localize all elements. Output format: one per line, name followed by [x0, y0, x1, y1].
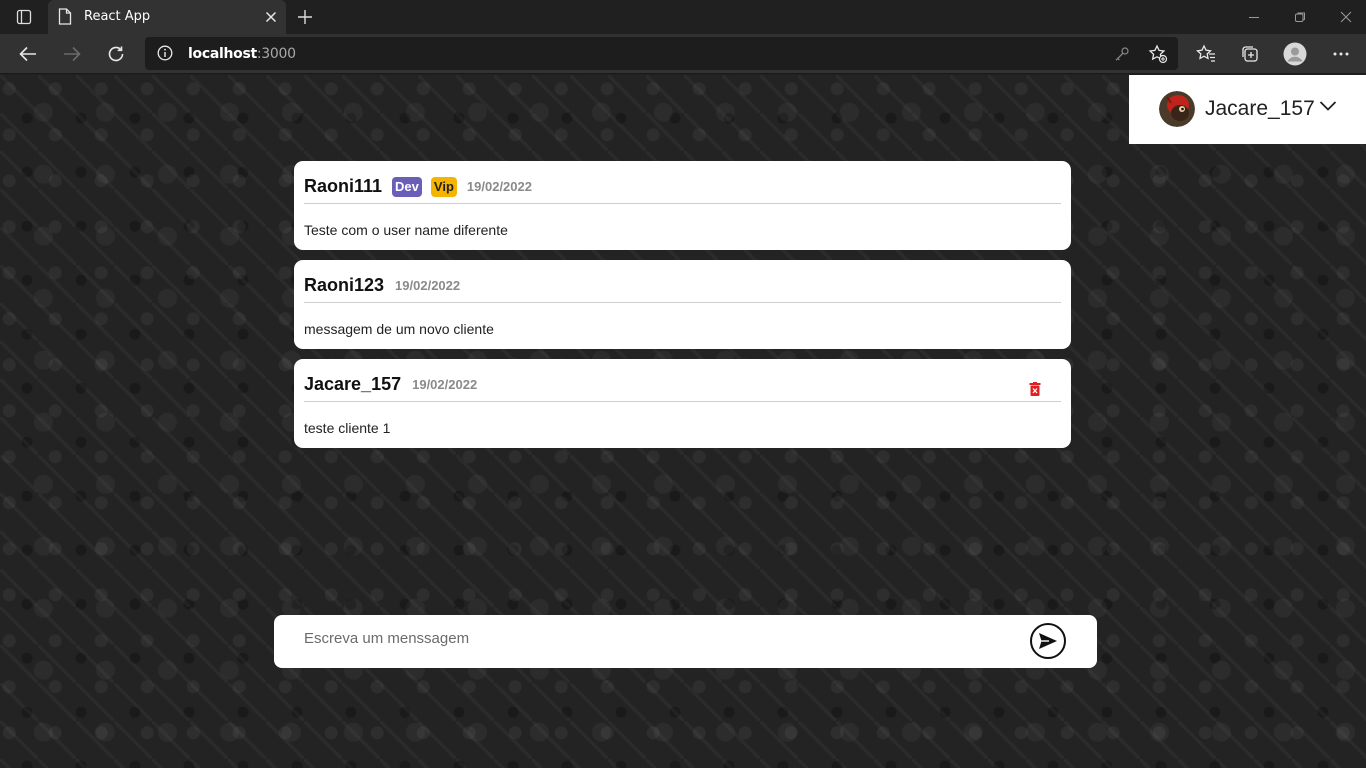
profile-icon[interactable]	[1281, 40, 1309, 68]
message-header: Raoni123 19/02/2022	[304, 269, 1061, 303]
url-port: :3000	[256, 46, 296, 62]
url-text: localhost:3000	[188, 46, 296, 62]
browser-tab[interactable]: React App	[48, 0, 286, 34]
send-button[interactable]	[1030, 623, 1066, 659]
message-header: Raoni111 Dev Vip 19/02/2022	[304, 170, 1061, 204]
tab-title: React App	[84, 9, 151, 24]
message-input[interactable]	[304, 630, 1004, 647]
url-host: localhost	[188, 46, 257, 62]
message-text: Teste com o user name diferente	[304, 222, 508, 238]
favorites-icon[interactable]	[1192, 40, 1220, 68]
message-text: messagem de um novo cliente	[304, 321, 494, 337]
minimize-icon[interactable]	[1241, 6, 1267, 28]
message-author: Jacare_157	[304, 374, 402, 394]
tab-actions-icon[interactable]	[10, 6, 38, 28]
delete-message-icon[interactable]	[1029, 382, 1043, 400]
collections-icon[interactable]	[1236, 40, 1264, 68]
new-tab-icon[interactable]	[294, 6, 316, 28]
message-card: Raoni123 19/02/2022 messagem de um novo …	[294, 260, 1071, 349]
page-icon	[58, 8, 72, 30]
username-label: Jacare_157	[1205, 97, 1315, 120]
message-header: Jacare_157 19/02/2022	[304, 368, 1061, 402]
vip-badge: Vip	[430, 176, 457, 197]
info-icon[interactable]	[157, 45, 173, 66]
user-menu[interactable]: Jacare_157	[1129, 75, 1366, 144]
restore-icon[interactable]	[1287, 6, 1313, 28]
address-bar[interactable]: localhost:3000	[145, 37, 1178, 70]
message-card: Raoni111 Dev Vip 19/02/2022 Teste com o …	[294, 161, 1071, 250]
key-icon[interactable]	[1112, 44, 1132, 64]
message-author: Raoni123	[304, 275, 385, 295]
browser-toolbar: localhost:3000	[0, 34, 1366, 74]
add-favorite-icon[interactable]	[1148, 44, 1168, 64]
chat-page: Jacare_157 Raoni111 Dev Vip 19/02/2022 T…	[0, 75, 1366, 768]
message-list: Raoni111 Dev Vip 19/02/2022 Teste com o …	[294, 161, 1071, 458]
forward-icon[interactable]	[57, 39, 87, 69]
more-options-icon[interactable]	[1327, 40, 1355, 68]
message-composer	[274, 615, 1097, 668]
back-icon[interactable]	[13, 39, 43, 69]
message-date: 19/02/2022	[412, 377, 478, 392]
browser-titlebar: React App	[0, 0, 1366, 34]
close-tab-icon[interactable]	[262, 8, 280, 26]
message-text: teste cliente 1	[304, 420, 391, 436]
refresh-icon[interactable]	[101, 39, 131, 69]
message-card: Jacare_157 19/02/2022 teste cliente 1	[294, 359, 1071, 448]
message-author: Raoni111	[304, 176, 383, 196]
dev-badge: Dev	[392, 176, 422, 197]
chevron-down-icon[interactable]	[1319, 99, 1337, 117]
message-date: 19/02/2022	[395, 278, 461, 293]
message-date: 19/02/2022	[466, 179, 532, 194]
close-window-icon[interactable]	[1333, 6, 1359, 28]
avatar	[1159, 91, 1195, 127]
send-icon	[1039, 633, 1057, 649]
